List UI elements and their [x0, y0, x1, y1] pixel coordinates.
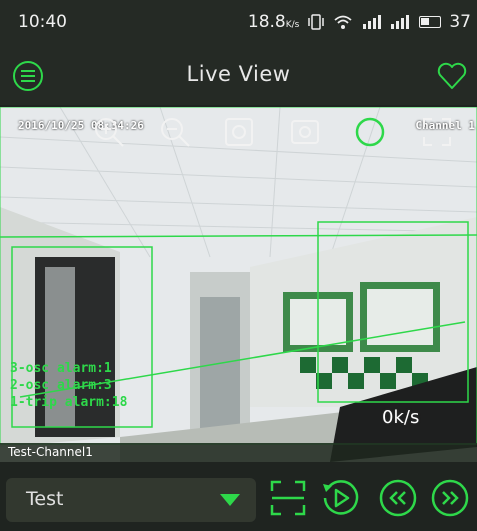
status-bar: 10:40 18.8K/s 37: [0, 0, 477, 50]
bottom-control-bar: Test: [0, 462, 477, 531]
network-speed-unit: K/s: [285, 20, 300, 30]
device-select-value: Test: [26, 488, 64, 510]
snapshot-icon[interactable]: [222, 115, 256, 149]
app-bar: Live View: [0, 50, 477, 105]
scan-icon[interactable]: [268, 478, 308, 518]
signal-icon: [391, 15, 410, 29]
heart-icon[interactable]: [437, 62, 467, 90]
vibrate-icon: [308, 14, 325, 30]
battery-icon: [419, 16, 442, 28]
battery-level: 37: [449, 12, 471, 32]
wifi-icon: [334, 15, 352, 29]
previous-icon[interactable]: [378, 478, 418, 518]
record-icon[interactable]: [288, 115, 322, 149]
next-icon[interactable]: [430, 478, 470, 518]
zoom-in-icon[interactable]: [92, 115, 126, 149]
fullscreen-icon[interactable]: [420, 115, 454, 149]
signal-4g-icon: [363, 15, 382, 29]
video-bitrate: 0k/s: [382, 407, 420, 428]
device-select[interactable]: Test: [6, 478, 256, 522]
status-time: 10:40: [18, 12, 67, 32]
network-speed: 18.8K/s: [248, 12, 299, 32]
alarm-line: 1-trip alarm:18: [10, 395, 128, 410]
channel-name-label: Test-Channel1: [0, 443, 477, 462]
network-speed-value: 18.8: [247, 12, 286, 32]
alarm-line: 3-osc alarm:1: [10, 361, 112, 376]
zoom-out-icon[interactable]: [158, 115, 192, 149]
chevron-down-icon: [220, 494, 240, 506]
playback-icon[interactable]: [320, 478, 360, 518]
alarm-line: 2-osc alarm:3: [10, 378, 112, 393]
status-indicators: 18.8K/s 37: [248, 12, 471, 32]
page-title: Live View: [186, 62, 291, 86]
ptz-icon[interactable]: [353, 115, 387, 149]
live-video-view[interactable]: 2016/10/25 08:34:26 Channel 1 3-osc alar…: [0, 107, 477, 462]
